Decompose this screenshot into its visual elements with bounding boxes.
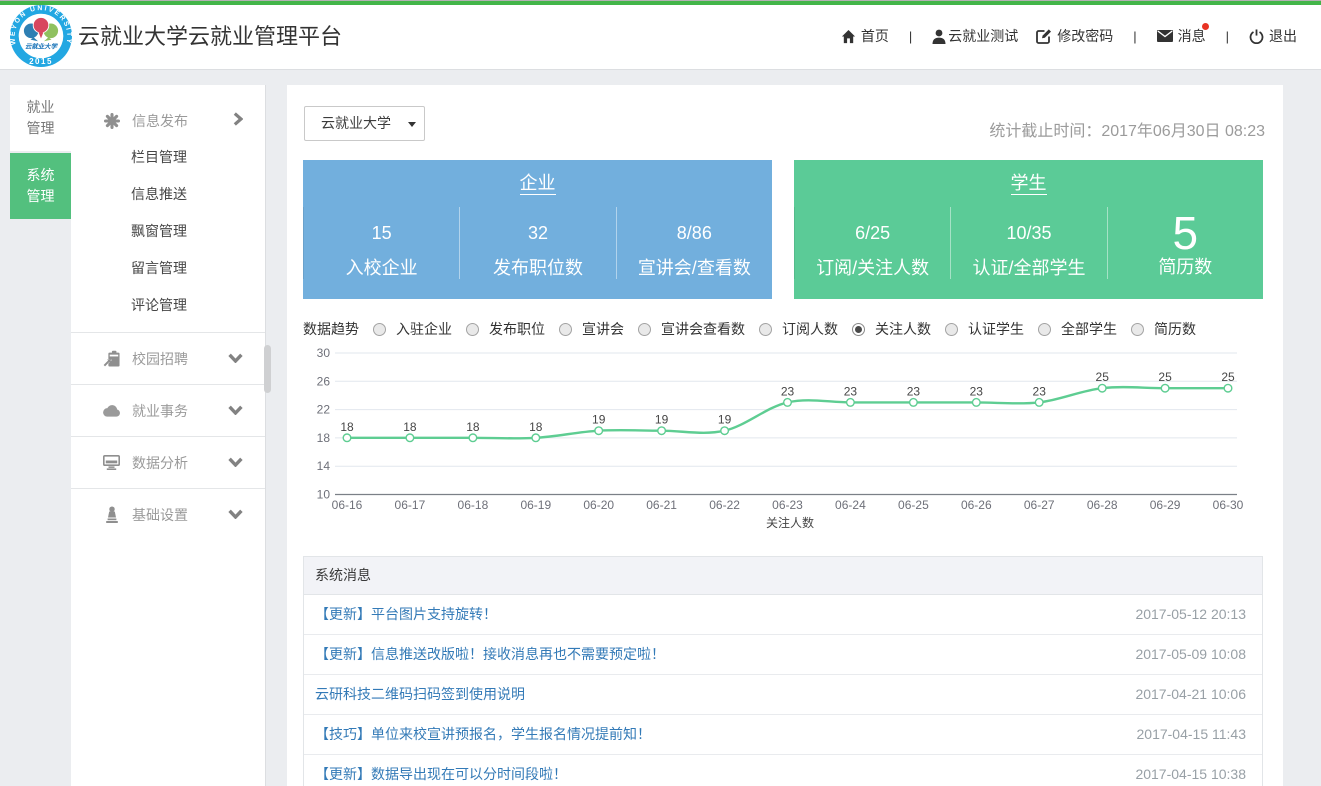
svg-text:06-23: 06-23 bbox=[772, 498, 803, 512]
svg-text:14: 14 bbox=[317, 459, 331, 473]
svg-text:19: 19 bbox=[655, 413, 669, 427]
svg-text:06-24: 06-24 bbox=[835, 498, 866, 512]
svg-text:06-26: 06-26 bbox=[961, 498, 992, 512]
svg-text:2015: 2015 bbox=[29, 57, 53, 66]
svg-text:06-18: 06-18 bbox=[458, 498, 489, 512]
svg-text:18: 18 bbox=[317, 431, 331, 445]
svg-text:06-16: 06-16 bbox=[332, 498, 363, 512]
svg-text:18: 18 bbox=[403, 420, 417, 434]
svg-text:26: 26 bbox=[317, 374, 331, 388]
svg-text:18: 18 bbox=[466, 420, 480, 434]
svg-text:06-27: 06-27 bbox=[1024, 498, 1055, 512]
svg-text:06-25: 06-25 bbox=[898, 498, 929, 512]
svg-text:06-22: 06-22 bbox=[709, 498, 740, 512]
svg-text:06-30: 06-30 bbox=[1213, 498, 1244, 512]
svg-text:06-17: 06-17 bbox=[395, 498, 426, 512]
svg-text:18: 18 bbox=[340, 420, 354, 434]
svg-text:06-19: 06-19 bbox=[520, 498, 551, 512]
svg-text:23: 23 bbox=[844, 384, 858, 398]
svg-text:云就业大学: 云就业大学 bbox=[25, 43, 59, 51]
svg-text:25: 25 bbox=[1158, 370, 1172, 384]
svg-text:25: 25 bbox=[1096, 370, 1110, 384]
svg-text:25: 25 bbox=[1221, 370, 1235, 384]
svg-text:06-28: 06-28 bbox=[1087, 498, 1118, 512]
svg-text:18: 18 bbox=[529, 420, 543, 434]
svg-text:10: 10 bbox=[317, 488, 331, 502]
svg-text:关注人数: 关注人数 bbox=[766, 515, 814, 530]
svg-text:30: 30 bbox=[317, 346, 331, 360]
svg-text:06-21: 06-21 bbox=[646, 498, 677, 512]
svg-text:06-29: 06-29 bbox=[1150, 498, 1181, 512]
svg-text:19: 19 bbox=[592, 413, 606, 427]
svg-text:22: 22 bbox=[317, 403, 331, 417]
svg-text:23: 23 bbox=[1033, 384, 1047, 398]
svg-text:23: 23 bbox=[970, 384, 984, 398]
svg-text:19: 19 bbox=[718, 413, 732, 427]
svg-text:23: 23 bbox=[781, 384, 795, 398]
svg-text:06-20: 06-20 bbox=[583, 498, 614, 512]
svg-text:23: 23 bbox=[907, 384, 921, 398]
